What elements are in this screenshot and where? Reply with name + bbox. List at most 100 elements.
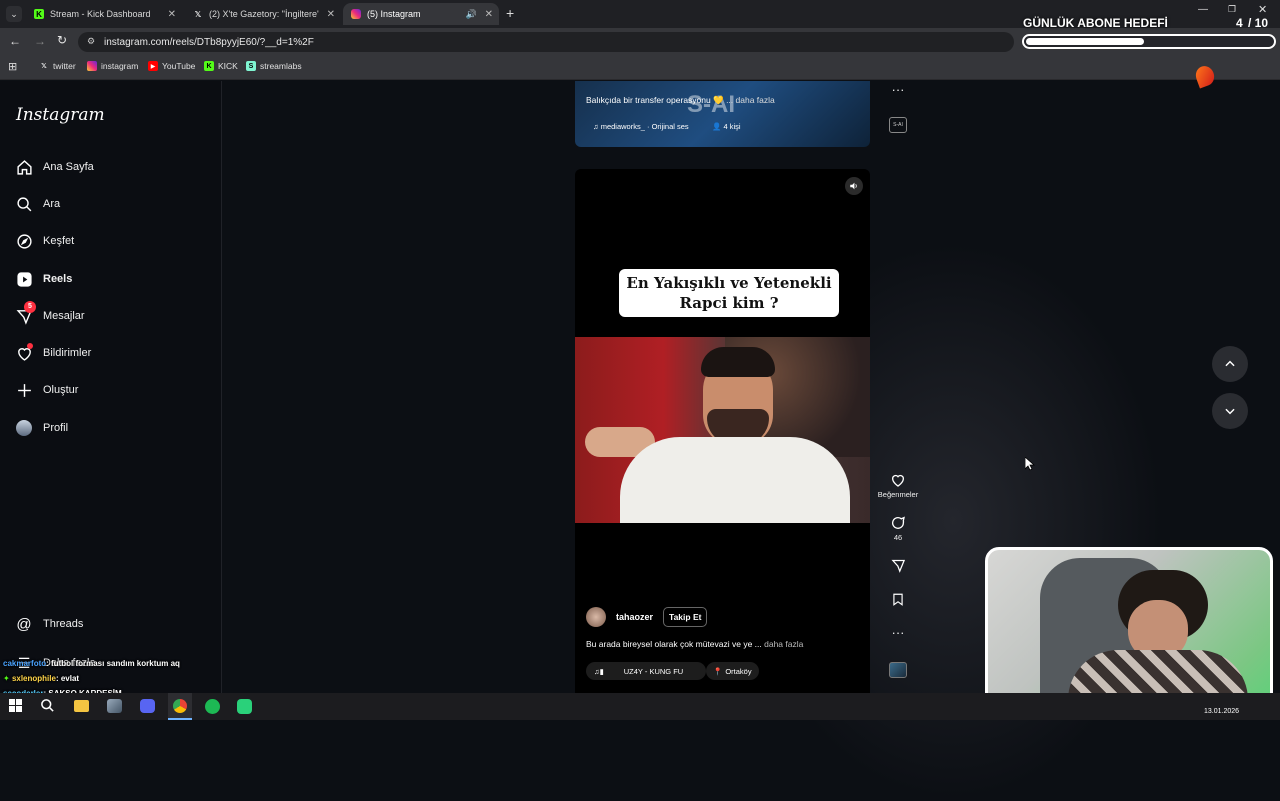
username[interactable]: tahaozer xyxy=(616,612,653,622)
reels-icon xyxy=(14,269,34,289)
spotify-icon[interactable] xyxy=(205,699,220,714)
chevron-up-icon xyxy=(1225,360,1235,367)
instagram-icon xyxy=(87,61,97,71)
sidebar-item-notifications[interactable]: Bildirimler xyxy=(14,341,204,365)
current-reel[interactable]: En Yakışıklı ve Yetenekli Rapci kim ? ta… xyxy=(575,169,870,693)
reel-caption: Bu arada bireysel olarak çok mütevazi ve… xyxy=(586,639,803,649)
comment-icon xyxy=(892,516,905,529)
overlay-line-2: Rapci kim ? xyxy=(679,294,779,312)
audio-chip[interactable]: ♫ mediaworks_ · Orijinal ses xyxy=(593,122,689,131)
close-icon[interactable]: ✕ xyxy=(168,9,176,20)
sidebar-item-profile[interactable]: Profil xyxy=(14,416,204,440)
location-chip[interactable]: 📍 Ortaköy xyxy=(706,662,759,680)
sidebar-item-label: Threads xyxy=(43,618,84,630)
bookmark-label: twitter xyxy=(53,61,76,71)
comment-count: 46 xyxy=(893,533,903,542)
video-frame xyxy=(575,337,870,523)
sidebar-item-label: Keşfet xyxy=(43,235,75,247)
sidebar-item-explore[interactable]: Keşfet xyxy=(14,229,204,253)
instagram-logo[interactable]: Instagram xyxy=(16,105,105,125)
apps-grid-icon[interactable]: ⊞ xyxy=(8,60,17,73)
address-bar[interactable]: ⚙ instagram.com/reels/DTb8pyyjE60/?__d=1… xyxy=(78,32,1014,52)
instagram-icon xyxy=(351,9,361,19)
forward-icon[interactable]: → xyxy=(34,34,46,48)
app-icon[interactable] xyxy=(107,699,122,713)
close-icon[interactable]: ✕ xyxy=(485,9,493,20)
previous-reel[interactable]: S-AI Balıkçıda bir transfer operasyonu 💛… xyxy=(575,81,870,147)
sidebar-item-reels[interactable]: Reels xyxy=(14,267,204,291)
comment-button[interactable]: 46 xyxy=(876,515,920,542)
tab-kick-dashboard[interactable]: K Stream - Kick Dashboard ✕ xyxy=(26,3,182,25)
tab-instagram[interactable]: (5) Instagram 🔊 ✕ xyxy=(343,3,499,25)
location-pin-icon: 📍 xyxy=(713,666,723,676)
sidebar-item-label: Mesajlar xyxy=(43,310,85,322)
like-button[interactable]: Beğenmeler xyxy=(876,472,920,499)
more-options-button[interactable]: ··· xyxy=(876,625,920,640)
goal-count: 4 xyxy=(1236,16,1243,30)
speaker-icon[interactable]: 🔊 xyxy=(466,9,477,20)
mute-button[interactable] xyxy=(845,177,863,195)
audio-thumbnail[interactable] xyxy=(889,662,907,678)
sidebar-item-threads[interactable]: @ Threads xyxy=(14,612,204,636)
subscriber-goal-widget: GÜNLÜK ABONE HEDEFİ 4 / 10 xyxy=(1022,14,1278,54)
sidebar-item-create[interactable]: Oluştur xyxy=(14,378,204,402)
people-chip[interactable]: 👤 4 kişi xyxy=(712,122,741,131)
follow-button[interactable]: Takip Et xyxy=(663,607,708,627)
streamlabs-icon: S xyxy=(246,61,256,71)
sidebar-item-label: Profil xyxy=(43,422,69,434)
location-label: Ortaköy xyxy=(725,666,752,676)
tab-search-button[interactable]: ⌄ xyxy=(6,6,22,22)
notification-badge: 5 xyxy=(24,301,36,313)
sidebar-item-label: Ara xyxy=(43,198,61,210)
bookmark-instagram[interactable]: instagram xyxy=(87,61,138,71)
bookmark-kick[interactable]: K KICK xyxy=(204,61,238,71)
bookmark-streamlabs[interactable]: S streamlabs xyxy=(246,61,302,71)
close-icon[interactable]: ✕ xyxy=(327,9,335,20)
home-icon xyxy=(14,157,34,177)
sidebar-item-label: Reels xyxy=(43,273,73,285)
search-icon[interactable] xyxy=(40,698,55,718)
kick-icon: K xyxy=(204,61,214,71)
chat-message: ✦ sxlenophile: evlat xyxy=(3,674,79,683)
more-link[interactable]: daha fazla xyxy=(764,639,803,649)
file-explorer-icon[interactable] xyxy=(74,700,89,712)
bookmark-twitter[interactable]: 𝕏 twitter xyxy=(39,61,76,71)
sidebar-item-home[interactable]: Ana Sayfa xyxy=(14,155,204,179)
more-link[interactable]: ... daha fazla xyxy=(726,95,775,105)
prev-audio-thumbnail[interactable]: S-AI xyxy=(889,117,907,133)
reel-author: tahaozer Takip Et xyxy=(586,607,708,627)
heart-icon xyxy=(892,474,904,487)
share-button[interactable] xyxy=(876,558,920,575)
taskbar-date[interactable]: 13.01.2026 xyxy=(1204,708,1239,715)
new-tab-button[interactable]: + xyxy=(506,5,514,21)
terminal-app-icon[interactable] xyxy=(237,699,252,714)
sidebar-item-messages[interactable]: 5 Mesajlar xyxy=(14,301,204,328)
goal-progress-track xyxy=(1022,34,1276,49)
chat-badge-icon: ✦ xyxy=(3,674,12,683)
back-icon[interactable]: ← xyxy=(9,34,21,48)
chrome-icon[interactable] xyxy=(168,693,192,720)
windows-start-icon[interactable] xyxy=(9,699,22,712)
bookmark-youtube[interactable]: ▶ YouTube xyxy=(148,61,195,71)
tab-x-gazetory[interactable]: 𝕏 (2) X'te Gazetory: "İngiltere'den ✕ xyxy=(185,3,341,25)
person-icon: 👤 xyxy=(712,122,722,131)
next-reel-button[interactable] xyxy=(1212,393,1248,429)
kick-icon: K xyxy=(34,9,44,19)
reload-icon[interactable]: ↻ xyxy=(57,33,67,47)
speaker-icon xyxy=(850,182,857,190)
audio-chip[interactable]: ♫▮ UZ4Y - KUNG FU xyxy=(586,662,706,680)
avatar[interactable] xyxy=(586,607,606,627)
tab-label: Stream - Kick Dashboard xyxy=(50,9,151,19)
prev-more-button[interactable]: ··· xyxy=(876,82,920,97)
discord-icon[interactable] xyxy=(140,699,155,713)
previous-reel-button[interactable] xyxy=(1212,346,1248,382)
save-button[interactable] xyxy=(876,592,920,609)
person-hair xyxy=(701,347,775,377)
sidebar-item-search[interactable]: Ara xyxy=(14,192,204,216)
site-info-icon[interactable]: ⚙ xyxy=(87,36,95,47)
threads-icon: @ xyxy=(16,615,32,633)
overlay-line-1: En Yakışıklı ve Yetenekli xyxy=(626,274,832,292)
compass-icon xyxy=(14,231,34,251)
reel-caption-text: Balıkçıda bir transfer operasyonu 💛 xyxy=(586,95,724,105)
chat-text: : evlat xyxy=(55,674,80,683)
